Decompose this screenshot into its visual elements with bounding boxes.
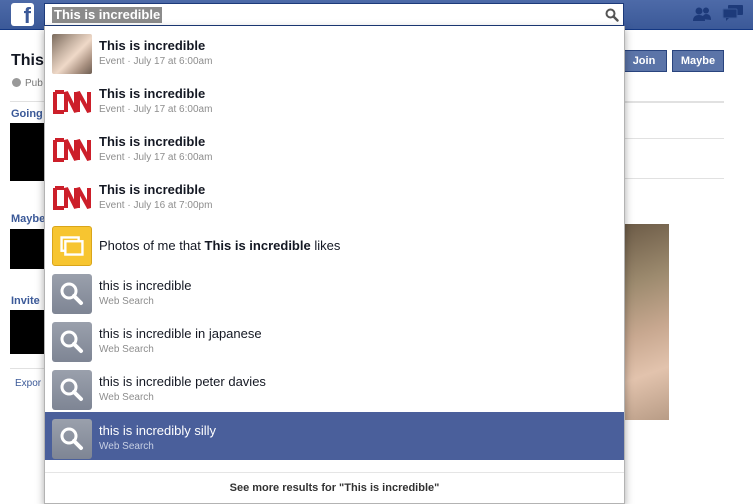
- result-subtitle: Web Search: [99, 344, 154, 355]
- event-privacy: Pub: [12, 78, 43, 89]
- divider: [10, 368, 44, 369]
- search-result-event[interactable]: This is incredible Event · July 17 at 6:…: [45, 27, 624, 75]
- result-title: This is incredible: [99, 38, 206, 53]
- result-title-suffix: likes: [310, 238, 341, 253]
- invited-label[interactable]: Invite: [11, 295, 40, 307]
- globe-icon: [12, 78, 21, 87]
- result-title: This is incredible: [99, 134, 206, 149]
- search-result-event[interactable]: This is incredible Event · July 17 at 6:…: [45, 123, 624, 171]
- divider: [624, 138, 724, 139]
- search-result-web[interactable]: this is incredible peter davies Web Sear…: [45, 363, 624, 411]
- search-input[interactable]: This is incredible: [52, 7, 163, 23]
- search-icon: [52, 419, 92, 459]
- result-title: This is incredible: [99, 182, 206, 197]
- event-photo-thumbnail: [52, 34, 92, 74]
- result-title: this is incredible peter davies: [99, 374, 266, 389]
- see-more-results-link[interactable]: See more results for "This is incredible…: [45, 472, 624, 503]
- result-subtitle: Event · July 17 at 6:00am: [99, 104, 213, 115]
- search-result-photos[interactable]: Photos of me that This is incredible lik…: [45, 219, 624, 267]
- result-title-prefix: Photos of me that: [99, 238, 205, 253]
- result-title: This is incredible: [99, 86, 206, 101]
- result-title: Photos of me that This is incredible lik…: [99, 238, 340, 253]
- search-box[interactable]: This is incredible: [44, 3, 624, 26]
- result-subtitle: Web Search: [99, 392, 154, 403]
- result-title: this is incredible in japanese: [99, 326, 262, 341]
- search-result-web[interactable]: this is incredible in japanese Web Searc…: [45, 315, 624, 363]
- maybe-button[interactable]: Maybe: [672, 50, 724, 72]
- result-subtitle: Event · July 17 at 6:00am: [99, 56, 213, 67]
- search-result-web[interactable]: this is incredible Web Search: [45, 267, 624, 315]
- photos-icon: [52, 226, 92, 266]
- search-result-event[interactable]: This is incredible Event · July 16 at 7:…: [45, 171, 624, 219]
- cnn-logo-icon: [52, 130, 92, 170]
- redacted-avatar: [10, 229, 44, 269]
- result-title: this is incredibly silly: [99, 423, 217, 438]
- search-icon[interactable]: [605, 8, 619, 22]
- event-title: This: [11, 52, 44, 69]
- going-label[interactable]: Going: [11, 108, 43, 120]
- search-results-dropdown: This is incredible Event · July 17 at 6:…: [44, 26, 625, 504]
- facebook-logo[interactable]: f: [11, 3, 34, 26]
- cnn-logo-icon: [52, 178, 92, 218]
- maybe-label[interactable]: Maybe: [11, 213, 45, 225]
- result-subtitle: Event · July 17 at 6:00am: [99, 152, 213, 163]
- cnn-logo-icon: [52, 82, 92, 122]
- event-privacy-label: Pub: [25, 78, 43, 89]
- join-button[interactable]: Join: [621, 50, 667, 72]
- event-photo[interactable]: [620, 224, 669, 420]
- result-subtitle: Event · July 16 at 7:00pm: [99, 200, 213, 211]
- divider: [624, 102, 724, 103]
- export-link[interactable]: Expor: [15, 378, 41, 389]
- redacted-avatar: [10, 123, 44, 181]
- divider: [624, 178, 724, 179]
- search-icon: [52, 370, 92, 410]
- search-icon: [52, 322, 92, 362]
- result-subtitle: Web Search: [99, 296, 154, 307]
- result-title: this is incredible: [99, 278, 192, 293]
- search-result-event[interactable]: This is incredible Event · July 17 at 6:…: [45, 75, 624, 123]
- search-icon: [52, 274, 92, 314]
- redacted-avatar: [10, 310, 44, 354]
- result-title-query: This is incredible: [204, 238, 311, 253]
- friend-requests-icon[interactable]: [692, 6, 712, 22]
- result-subtitle: Web Search: [99, 441, 154, 452]
- messages-icon[interactable]: [722, 4, 744, 22]
- search-result-web-selected[interactable]: this is incredibly silly Web Search: [45, 412, 624, 460]
